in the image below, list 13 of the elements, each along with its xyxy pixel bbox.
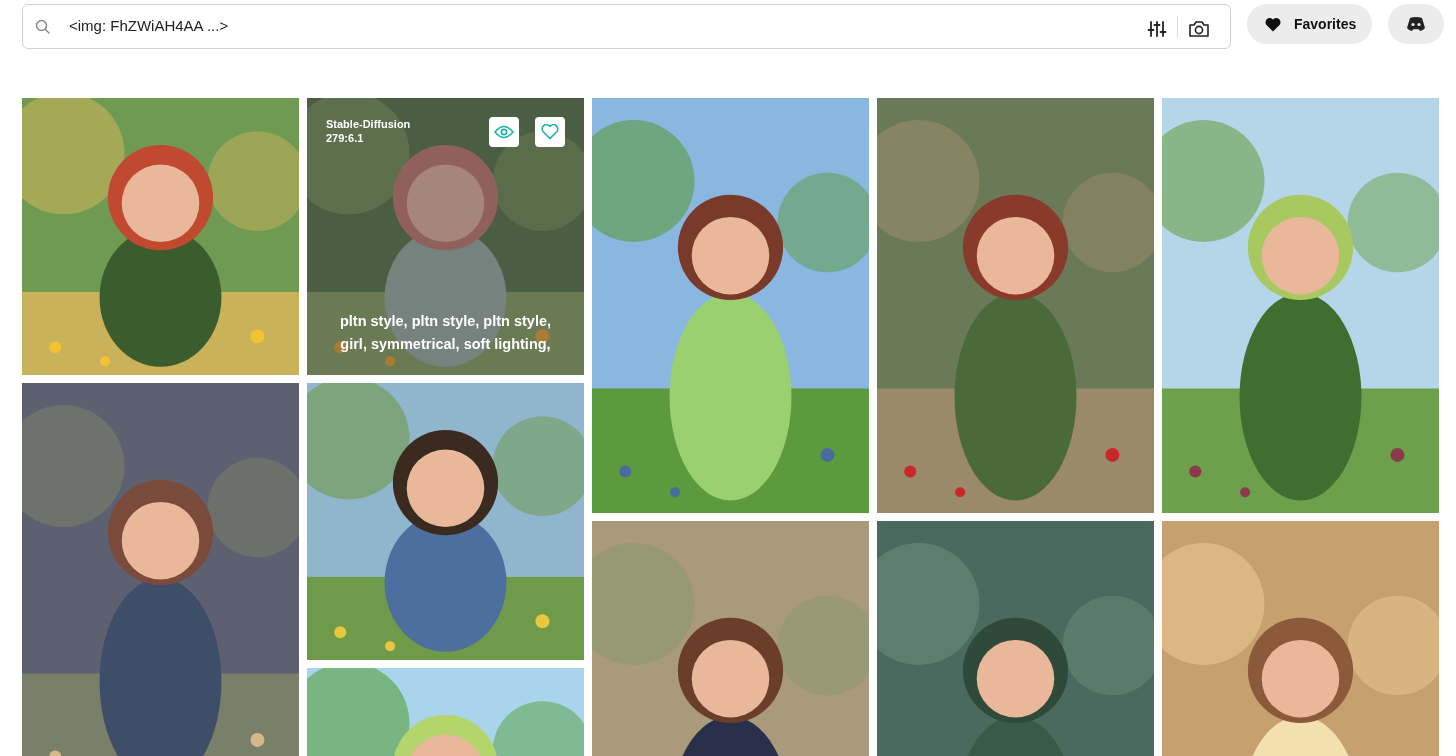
heart-icon (1265, 16, 1281, 32)
like-button[interactable] (535, 117, 565, 147)
eye-icon (494, 125, 514, 139)
search-bar[interactable]: <img: FhZWiAH4AA ...> (22, 4, 1231, 49)
heart-icon (541, 124, 559, 140)
model-name: Stable-Diffusion (326, 117, 411, 132)
view-button[interactable] (489, 117, 519, 147)
search-field[interactable]: <img: FhZWiAH4AA ...> (67, 14, 1147, 39)
controller-icon[interactable] (1388, 4, 1445, 44)
ratio-text: 279:6.1 (326, 131, 365, 146)
favorites-button[interactable]: Favorites (1247, 4, 1373, 44)
prompt-text: pltn style, pltn style, pltn style, girl, symmetrical, soft lighting, (338, 312, 553, 354)
search-icon (35, 18, 51, 35)
